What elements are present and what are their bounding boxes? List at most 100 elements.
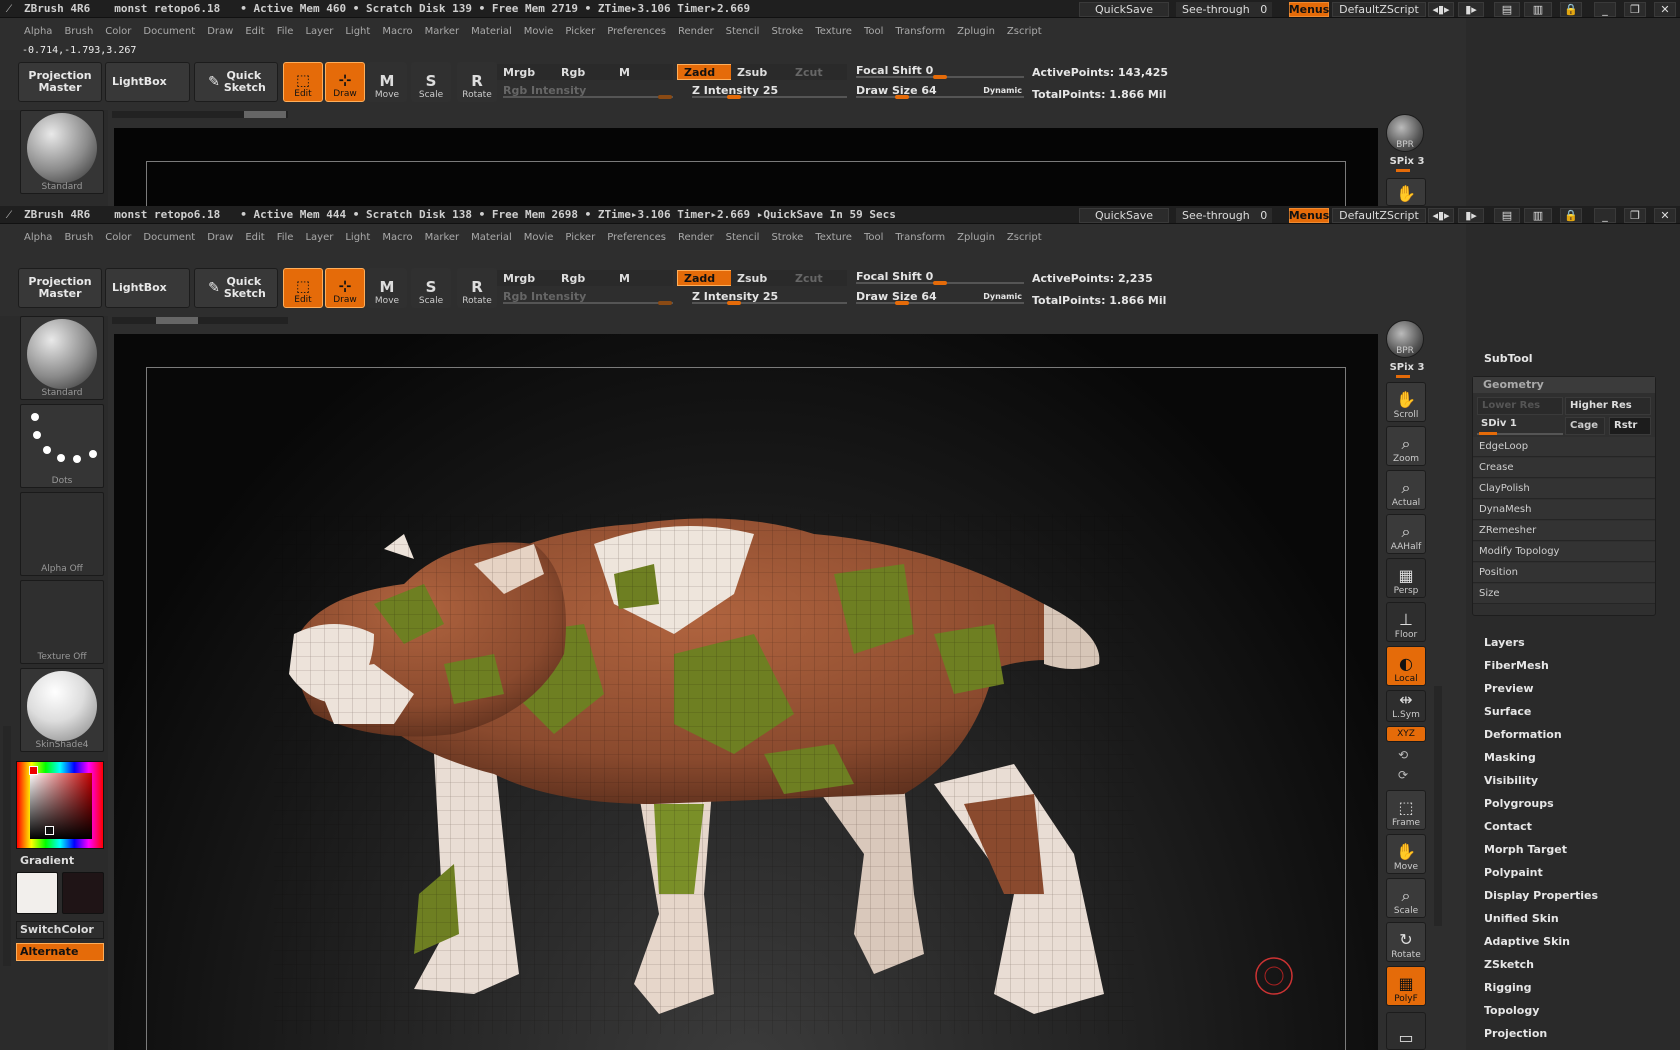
lower-res-button[interactable]: Lower Res: [1477, 397, 1563, 415]
geometry-item-position[interactable]: Position: [1473, 563, 1655, 583]
menu-macro[interactable]: Macro: [376, 230, 418, 246]
menu-marker[interactable]: Marker: [419, 24, 466, 40]
palette-contact[interactable]: Contact: [1484, 820, 1532, 833]
menu-movie[interactable]: Movie: [518, 24, 560, 40]
menu-brush[interactable]: Brush: [58, 24, 99, 40]
draw-button[interactable]: ⊹ Draw: [325, 268, 365, 308]
menu-document[interactable]: Document: [137, 24, 201, 40]
menu-tool[interactable]: Tool: [858, 230, 889, 246]
menu-texture[interactable]: Texture: [809, 230, 858, 246]
stripe-right-icon[interactable]: ▮▸: [1458, 2, 1484, 17]
palette-layers[interactable]: Layers: [1484, 636, 1525, 649]
bpr-button[interactable]: BPR: [1386, 114, 1424, 152]
menu-layer[interactable]: Layer: [299, 24, 339, 40]
palette-display-properties[interactable]: Display Properties: [1484, 889, 1598, 902]
rotate-view-button[interactable]: ↻ Rotate: [1386, 922, 1426, 962]
menu-macro[interactable]: Macro: [376, 24, 418, 40]
mrgb-button[interactable]: Mrgb: [497, 64, 557, 80]
focal-shift-slider[interactable]: Focal Shift 0: [856, 268, 1024, 285]
lock-icon[interactable]: 🔒: [1560, 208, 1582, 223]
brush-selector[interactable]: Standard: [20, 110, 104, 194]
close-icon[interactable]: ✕: [1654, 2, 1676, 17]
lsym-button[interactable]: ⇹ L.Sym: [1386, 690, 1426, 722]
menu-brush[interactable]: Brush: [58, 230, 99, 246]
palette-projection[interactable]: Projection: [1484, 1027, 1547, 1040]
palette-morph-target[interactable]: Morph Target: [1484, 843, 1567, 856]
menu-picker[interactable]: Picker: [559, 24, 601, 40]
edit-button[interactable]: ⬚ Edit: [283, 268, 323, 308]
polyf-button[interactable]: ▦ PolyF: [1386, 966, 1426, 1006]
canvas-scrollbar-thumb[interactable]: [244, 111, 286, 118]
geometry-item-size[interactable]: Size: [1473, 584, 1655, 604]
menu-color[interactable]: Color: [99, 24, 137, 40]
seethrough-slider[interactable]: See-through 0: [1176, 2, 1272, 17]
geometry-item-dynamesh[interactable]: DynaMesh: [1473, 500, 1655, 520]
zoom-button[interactable]: ⌕ Zoom: [1386, 426, 1426, 466]
menu-stencil[interactable]: Stencil: [720, 230, 766, 246]
draw-button[interactable]: ⊹ Draw: [325, 62, 365, 102]
geometry-item-zremesher[interactable]: ZRemesher: [1473, 521, 1655, 541]
quicksave-button[interactable]: QuickSave: [1079, 2, 1169, 17]
menus-button[interactable]: Menus: [1289, 2, 1329, 17]
cage-button[interactable]: Cage: [1565, 417, 1605, 435]
menu-stencil[interactable]: Stencil: [720, 24, 766, 40]
menu-color[interactable]: Color: [99, 230, 137, 246]
viewport[interactable]: [114, 128, 1378, 206]
spix-slider[interactable]: SPix 3: [1386, 156, 1428, 167]
menu-transform[interactable]: Transform: [889, 24, 951, 40]
draw-size-slider[interactable]: Draw Size 64 Dynamic: [856, 288, 1024, 305]
stroke-selector[interactable]: Dots: [20, 404, 104, 488]
palette-masking[interactable]: Masking: [1484, 751, 1536, 764]
geometry-item-edgeloop[interactable]: EdgeLoop: [1473, 437, 1655, 457]
lock-icon[interactable]: 🔒: [1560, 2, 1582, 17]
rotate-button[interactable]: R Rotate: [457, 268, 497, 308]
canvas-scrollbar[interactable]: [112, 111, 288, 118]
menu-movie[interactable]: Movie: [518, 230, 560, 246]
m-button[interactable]: M: [613, 64, 673, 80]
scale-view-button[interactable]: ⌕ Scale: [1386, 878, 1426, 918]
subtool-palette[interactable]: SubTool: [1484, 352, 1533, 365]
rgb-button[interactable]: Rgb: [555, 64, 615, 80]
layout-icon[interactable]: ▤: [1494, 208, 1520, 223]
geometry-header[interactable]: Geometry: [1473, 377, 1655, 393]
menu-material[interactable]: Material: [465, 230, 518, 246]
menu-draw[interactable]: Draw: [201, 230, 239, 246]
z-intensity-slider[interactable]: Z Intensity 25: [692, 82, 847, 99]
geometry-item-crease[interactable]: Crease: [1473, 458, 1655, 478]
zsub-button[interactable]: Zsub: [731, 64, 789, 80]
menu-tool[interactable]: Tool: [858, 24, 889, 40]
focal-shift-slider[interactable]: Focal Shift 0: [856, 62, 1024, 79]
zsub-button[interactable]: Zsub: [731, 270, 789, 286]
menu-light[interactable]: Light: [339, 24, 376, 40]
rotate-z-icon[interactable]: ⟳: [1398, 768, 1408, 782]
brush-selector[interactable]: Standard: [20, 316, 104, 400]
bpr-button[interactable]: BPR: [1386, 320, 1424, 358]
menu-alpha[interactable]: Alpha: [18, 24, 58, 40]
local-button[interactable]: ◐ Local: [1386, 646, 1426, 686]
color-square[interactable]: [30, 773, 92, 839]
menu-draw[interactable]: Draw: [201, 24, 239, 40]
menu-render[interactable]: Render: [672, 24, 720, 40]
palette-polypaint[interactable]: Polypaint: [1484, 866, 1543, 879]
palette-fibermesh[interactable]: FiberMesh: [1484, 659, 1549, 672]
restore-icon[interactable]: ❐: [1624, 208, 1646, 223]
close-icon[interactable]: ✕: [1654, 208, 1676, 223]
minimize-icon[interactable]: _: [1594, 2, 1616, 17]
texture-selector[interactable]: Texture Off: [20, 580, 104, 664]
material-selector[interactable]: SkinShade4: [20, 668, 104, 752]
gradient-label[interactable]: Gradient: [20, 854, 74, 867]
menu-preferences[interactable]: Preferences: [601, 24, 672, 40]
seethrough-slider[interactable]: See-through 0: [1176, 208, 1272, 223]
move-button[interactable]: M Move: [367, 62, 407, 102]
palette-visibility[interactable]: Visibility: [1484, 774, 1538, 787]
menu-zscript[interactable]: Zscript: [1001, 230, 1048, 246]
menu-zplugin[interactable]: Zplugin: [951, 24, 1001, 40]
stripe-icon[interactable]: ◂▮▸: [1428, 2, 1454, 17]
draw-size-slider[interactable]: Draw Size 64 Dynamic: [856, 82, 1024, 99]
menu-document[interactable]: Document: [137, 230, 201, 246]
quicksave-button[interactable]: QuickSave: [1079, 208, 1169, 223]
palette-polygroups[interactable]: Polygroups: [1484, 797, 1554, 810]
zcut-button[interactable]: Zcut: [789, 64, 847, 80]
viewport[interactable]: [114, 334, 1378, 1050]
quick-sketch-button[interactable]: ✎ Quick Sketch: [194, 62, 278, 102]
